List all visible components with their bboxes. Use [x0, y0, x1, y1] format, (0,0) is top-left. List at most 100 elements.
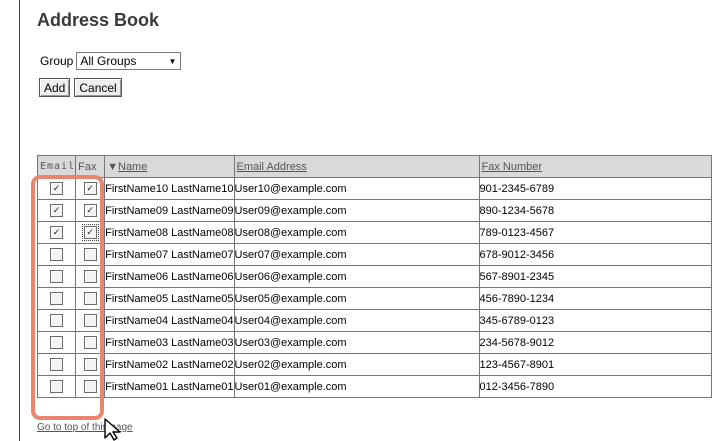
contact-name: FirstName09 LastName09 [104, 199, 235, 222]
fax-checkbox[interactable] [83, 248, 97, 261]
sort-by-fax-link[interactable]: Fax Number [482, 161, 543, 173]
fax-checkbox-cell [75, 243, 106, 266]
contact-name: FirstName01 LastName01 [104, 375, 235, 398]
email-checkbox-cell [36, 265, 77, 288]
column-header-name[interactable]: ▼Name [104, 155, 235, 178]
fax-checkbox[interactable]: ✓ [81, 224, 99, 241]
email-checkbox[interactable] [50, 314, 64, 327]
contact-fax-number: 901-2345-6789 [478, 177, 712, 200]
table-row: ✓ ✓ FirstName08 LastName08 User08@example.c… [36, 221, 712, 244]
fax-checkbox[interactable] [83, 270, 97, 283]
email-checkbox-cell [36, 331, 77, 354]
contact-name: FirstName10 LastName10 [104, 177, 235, 200]
contact-fax-number: 012-3456-7890 [478, 375, 712, 398]
email-checkbox[interactable]: ✓ [50, 226, 64, 239]
contact-fax-number: 567-8901-2345 [478, 265, 712, 288]
fax-checkbox-cell [75, 331, 106, 354]
fax-checkbox[interactable] [83, 292, 97, 305]
column-header-email: Email [36, 155, 77, 178]
email-checkbox-cell: ✓ [36, 177, 77, 200]
contact-name: FirstName08 LastName08 [104, 221, 235, 244]
contact-email: User05@example.com [233, 287, 480, 310]
contact-email: User03@example.com [233, 331, 480, 354]
sort-desc-icon: ▼ [107, 160, 118, 173]
address-table: Email Fax ▼Name Email Address Fax Number… [36, 155, 712, 398]
email-checkbox[interactable] [50, 336, 64, 349]
table-row: ✓ ✓ FirstName09 LastName09 User09@example.c… [36, 199, 712, 222]
contact-fax-number: 890-1234-5678 [478, 199, 712, 222]
group-label: Group [40, 54, 74, 68]
fax-checkbox-cell [75, 265, 106, 288]
group-select[interactable]: All Groups ▼ [76, 52, 182, 70]
contact-name: FirstName07 LastName07 [104, 243, 235, 266]
table-row: FirstName02 LastName02 User02@example.com… [36, 353, 712, 376]
mouse-pointer-icon [104, 418, 121, 441]
contact-email: User04@example.com [233, 309, 480, 332]
email-checkbox-cell [36, 309, 77, 332]
contact-name: FirstName05 LastName05 [104, 287, 235, 310]
dropdown-arrow-icon: ▼ [168, 56, 177, 66]
email-checkbox[interactable] [50, 380, 64, 393]
table-header-row: Email Fax ▼Name Email Address Fax Number [36, 155, 712, 178]
column-header-email-address[interactable]: Email Address [233, 155, 480, 178]
email-checkbox[interactable] [50, 270, 64, 283]
email-checkbox-cell [36, 353, 77, 376]
fax-checkbox-cell [75, 287, 106, 310]
contact-fax-number: 456-7890-1234 [478, 287, 712, 310]
cancel-button[interactable]: Cancel [74, 78, 122, 97]
table-row: FirstName01 LastName01 User01@example.com… [36, 375, 712, 398]
contact-name: FirstName06 LastName06 [104, 265, 235, 288]
contact-fax-number: 789-0123-4567 [478, 221, 712, 244]
email-checkbox-cell [36, 287, 77, 310]
contact-email: User07@example.com [233, 243, 480, 266]
fax-checkbox[interactable]: ✓ [83, 204, 97, 217]
fax-checkbox-cell [75, 309, 106, 332]
group-filter: Group All Groups ▼ [40, 52, 182, 70]
contact-email: User08@example.com [233, 221, 480, 244]
contact-email: User02@example.com [233, 353, 480, 376]
contact-email: User06@example.com [233, 265, 480, 288]
fax-checkbox-cell [75, 353, 106, 376]
fax-checkbox-cell: ✓ [75, 221, 106, 244]
sort-by-email-link[interactable]: Email Address [237, 161, 307, 173]
contact-fax-number: 234-5678-9012 [478, 331, 712, 354]
contact-name: FirstName02 LastName02 [104, 353, 235, 376]
email-checkbox[interactable] [50, 358, 64, 371]
sort-by-name-link[interactable]: Name [118, 161, 147, 173]
email-checkbox-cell [36, 375, 77, 398]
fax-checkbox[interactable] [83, 336, 97, 349]
contact-email: User10@example.com [233, 177, 480, 200]
action-buttons: Add Cancel [39, 78, 122, 97]
contact-fax-number: 678-9012-3456 [478, 243, 712, 266]
table-row: FirstName04 LastName04 User04@example.com… [36, 309, 712, 332]
email-checkbox[interactable] [50, 292, 64, 305]
contact-email: User01@example.com [233, 375, 480, 398]
group-select-value: All Groups [80, 54, 137, 68]
email-checkbox[interactable]: ✓ [50, 204, 64, 217]
table-row: FirstName06 LastName06 User06@example.com… [36, 265, 712, 288]
fax-checkbox[interactable] [83, 358, 97, 371]
contact-name: FirstName03 LastName03 [104, 331, 235, 354]
fax-checkbox-cell: ✓ [75, 177, 106, 200]
email-checkbox[interactable]: ✓ [50, 182, 64, 195]
email-checkbox-cell: ✓ [36, 221, 77, 244]
table-row: FirstName07 LastName07 User07@example.com… [36, 243, 712, 266]
left-divider [19, 0, 20, 441]
contact-fax-number: 345-6789-0123 [478, 309, 712, 332]
fax-checkbox[interactable] [83, 380, 97, 393]
add-button[interactable]: Add [39, 78, 71, 97]
fax-checkbox-cell [75, 375, 106, 398]
table-row: ✓ ✓ FirstName10 LastName10 User10@example.c… [36, 177, 712, 200]
email-checkbox-cell [36, 243, 77, 266]
column-header-fax-number[interactable]: Fax Number [478, 155, 712, 178]
email-checkbox-cell: ✓ [36, 199, 77, 222]
contact-name: FirstName04 LastName04 [104, 309, 235, 332]
fax-checkbox[interactable] [83, 314, 97, 327]
contact-email: User09@example.com [233, 199, 480, 222]
fax-checkbox[interactable]: ✓ [83, 182, 97, 195]
column-header-fax: Fax [75, 155, 106, 178]
email-checkbox[interactable] [50, 248, 64, 261]
page-title: Address Book [37, 10, 160, 30]
fax-checkbox-cell: ✓ [75, 199, 106, 222]
table-row: FirstName05 LastName05 User05@example.com… [36, 287, 712, 310]
